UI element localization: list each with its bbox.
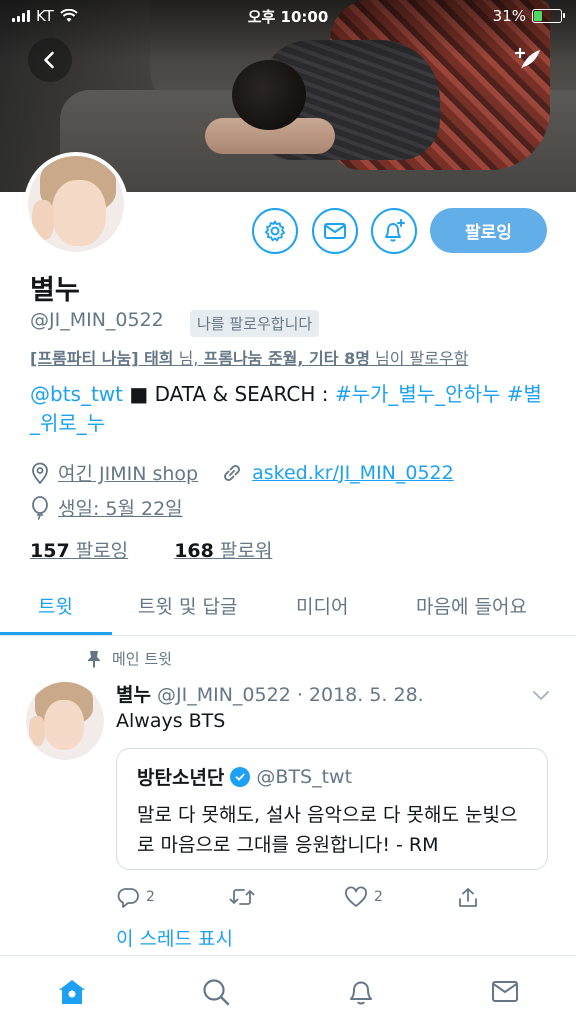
nav-search[interactable] (198, 974, 234, 1010)
profile-tabs: 트윗 트윗 및 답글 미디어 마음에 들어요 (0, 580, 576, 636)
profile-location: 여긴 JIMIN shop (58, 463, 199, 485)
tab-tweets[interactable]: 트윗 (38, 592, 73, 619)
profile-birthday-row: 생일: 5월 22일 (30, 494, 183, 521)
status-right: 31% (492, 7, 565, 25)
retweet-button[interactable] (228, 886, 256, 908)
followers-count-link[interactable]: 168 팔로워 (174, 540, 272, 562)
battery-level (534, 11, 543, 21)
status-bar: KT 오후 10:00 31% (0, 0, 576, 32)
followers-label: 팔로워 (213, 540, 273, 562)
followed-by-first: [프롬파티 나눔] 태희 (30, 349, 174, 368)
tweet-avatar-face (44, 700, 84, 750)
quoted-tweet-text: 말로 다 못해도, 설사 음악으로 다 못해도 눈빛으로 마음으로 그대를 응원… (137, 804, 518, 856)
profile-birthday: 생일: 5월 22일 (58, 498, 183, 520)
reply-count: 2 (146, 889, 155, 905)
compose-button[interactable] (510, 42, 546, 78)
avatar-face (52, 180, 106, 246)
back-arrow-icon (44, 51, 54, 69)
pin-icon (88, 650, 100, 668)
active-tab-indicator (0, 632, 112, 635)
profile-bio: @bts_twt ■ DATA & SEARCH : #누가_별누_안하누 #별… (30, 380, 550, 438)
profile-name: 별누 (30, 275, 80, 306)
link-icon (224, 464, 241, 481)
profile-meta-row: 여긴 JIMIN shop asked.kr/JI_MIN_0522 (30, 459, 454, 486)
pinned-label-text: 메인 트윗 (112, 650, 172, 668)
balloon-icon (32, 495, 48, 520)
status-time: 오후 10:00 (247, 8, 329, 26)
location-pin-icon (32, 462, 48, 484)
tweet-avatar-hand (29, 716, 45, 746)
bio-hashtag-link-1[interactable]: #누가_별누_안하누 (335, 382, 501, 406)
following-count-link[interactable]: 157 팔로잉 (30, 540, 128, 562)
bottom-tab-bar (0, 955, 576, 1024)
header-photo-head (232, 60, 306, 130)
quoted-author-name: 방탄소년단 (137, 767, 225, 789)
notifications-button[interactable] (371, 208, 417, 254)
profile-avatar[interactable] (24, 152, 128, 256)
battery-icon (532, 9, 565, 23)
messages-icon (492, 981, 518, 1002)
bell-icon (350, 981, 372, 1005)
followed-by-names: 프롬나눔 준월, 기타 8명 (203, 349, 370, 368)
battery-percent: 31% (492, 7, 526, 25)
tab-media[interactable]: 미디어 (296, 592, 348, 619)
follow-counts: 157 팔로잉 168 팔로워 (30, 536, 272, 563)
compose-icon (514, 47, 540, 69)
tweet-actions: 2 2 (116, 886, 556, 916)
search-icon (203, 979, 230, 1006)
heart-icon (345, 886, 367, 907)
reply-icon (117, 888, 139, 908)
back-button[interactable] (28, 38, 72, 82)
gear-icon (264, 220, 286, 242)
tweet-author-avatar[interactable] (26, 682, 104, 760)
quoted-author-handle: @BTS_twt (256, 765, 353, 788)
following-label: 팔로잉 (69, 540, 129, 562)
chevron-down-icon (533, 691, 549, 701)
following-count: 157 (30, 540, 70, 562)
like-button[interactable]: 2 (344, 886, 383, 908)
tweet-header: 별누 @JI_MIN_0522 · 2018. 5. 28. (116, 680, 424, 707)
share-icon (459, 888, 477, 907)
bio-mention-link[interactable]: @bts_twt (30, 382, 123, 406)
tweet-meta: @JI_MIN_0522 · 2018. 5. 28. (150, 684, 424, 706)
following-button[interactable]: 팔로잉 (430, 208, 547, 253)
followers-count: 168 (174, 540, 214, 562)
settings-button[interactable] (252, 208, 298, 254)
nav-messages[interactable] (487, 974, 523, 1010)
bell-plus-icon (385, 219, 405, 242)
show-thread-link[interactable]: 이 스레드 표시 (116, 924, 233, 951)
follows-you-badge: 나를 팔로우합니다 (190, 310, 320, 337)
mail-icon (324, 223, 346, 239)
message-button[interactable] (312, 208, 358, 254)
tweet-author-name[interactable]: 별누 (116, 684, 151, 706)
reply-button[interactable]: 2 (116, 886, 155, 908)
avatar-hand (32, 200, 54, 240)
nav-notifications[interactable] (343, 974, 379, 1010)
retweet-icon (229, 889, 255, 905)
like-count: 2 (374, 889, 383, 905)
tweet-menu-button[interactable] (532, 686, 550, 705)
bio-text: ■ DATA & SEARCH : (123, 382, 335, 406)
share-button[interactable] (456, 886, 480, 910)
profile-handle: @JI_MIN_0522 (30, 309, 164, 331)
quoted-tweet-header: 방탄소년단 @BTS_twt (137, 763, 527, 790)
home-icon (59, 980, 85, 1004)
profile-website-link[interactable]: asked.kr/JI_MIN_0522 (252, 462, 454, 484)
nav-home[interactable] (54, 974, 90, 1010)
tab-tweets-replies[interactable]: 트윗 및 답글 (138, 592, 237, 619)
quoted-tweet[interactable]: 방탄소년단 @BTS_twt 말로 다 못해도, 설사 음악으로 다 못해도 눈… (116, 748, 548, 870)
tweet-text: Always BTS (116, 710, 226, 732)
tab-likes[interactable]: 마음에 들어요 (416, 592, 527, 619)
verified-badge-icon (230, 766, 251, 787)
followed-by-link[interactable]: [프롬파티 나눔] 태희 님, 프롬나눔 준월, 기타 8명 님이 팔로우함 (30, 345, 468, 369)
pinned-tweet-label: 메인 트윗 (86, 648, 172, 669)
followed-by-mid: 님, (173, 349, 204, 368)
followed-by-suffix: 님이 팔로우함 (369, 349, 469, 368)
